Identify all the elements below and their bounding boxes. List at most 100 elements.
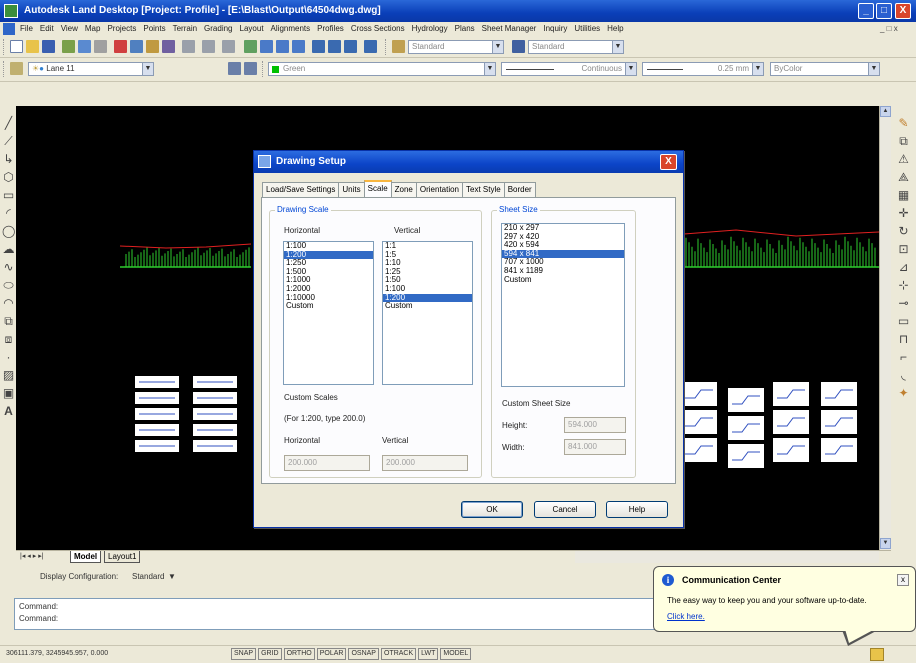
spline-icon[interactable]: ∿ [2,260,15,274]
toolbar-grip[interactable] [3,39,6,55]
status-snap-button[interactable]: SNAP [231,648,257,660]
scale-icon[interactable]: ⊡ [897,242,910,256]
mdi-controls[interactable]: _ □ x [880,24,898,33]
menu-item[interactable]: Inquiry [543,24,567,33]
open-file-icon[interactable] [26,40,39,53]
fillet-icon[interactable]: ◟ [897,368,910,382]
chamfer-icon[interactable]: ⌐ [897,350,910,364]
list-item[interactable]: Custom [284,302,373,311]
undo-icon[interactable] [182,40,195,53]
insert-block-icon[interactable]: ⧉ [2,314,15,328]
dialog-title-bar[interactable]: Drawing Setup X [254,151,683,173]
hatch-icon[interactable]: ▨ [2,368,15,382]
tool-palettes-icon[interactable] [344,40,357,53]
rotate-icon[interactable]: ↻ [897,224,910,238]
status-lwt-button[interactable]: LWT [418,648,439,660]
scroll-down-button[interactable]: ▼ [880,538,891,549]
menu-item[interactable]: File [20,24,33,33]
tab-model[interactable]: Model [70,551,102,563]
offset-icon[interactable]: ⟁ [897,170,910,184]
make-current-layer-icon[interactable] [228,62,241,75]
text-style-select[interactable]: Standard ▼ [408,40,504,54]
construction-line-icon[interactable]: ⟋ [2,134,15,148]
arc-icon[interactable]: ◜ [2,206,15,220]
minimize-button[interactable]: _ [858,3,874,19]
tab-orientation[interactable]: Orientation [415,182,464,197]
tab-text-style[interactable]: Text Style [462,182,505,197]
point-icon[interactable]: · [2,350,15,364]
toolbar-grip[interactable] [3,61,6,77]
redo-icon[interactable] [202,40,215,53]
save-icon[interactable] [42,40,55,53]
line-icon[interactable]: ╱ [2,116,15,130]
vertical-scale-list[interactable]: 1:1 1:5 1:10 1:25 1:50 1:100 1:200 Custom [382,241,473,385]
list-item[interactable]: Custom [383,302,472,311]
stretch-icon[interactable]: ⊿ [897,260,910,274]
ellipse-arc-icon[interactable]: ◠ [2,296,15,310]
help-button[interactable]: Help [606,501,668,518]
command-prompt-line[interactable]: Command: [19,614,58,623]
color-select[interactable]: Green ▼ [268,62,496,76]
paste-icon[interactable] [146,40,159,53]
zoom-window-icon[interactable] [276,40,289,53]
tab-load-save-settings[interactable]: Load/Save Settings [262,182,340,197]
toolbar-grip[interactable] [385,39,388,55]
copy-object-icon[interactable]: ⧉ [897,134,910,148]
status-grid-button[interactable]: GRID [258,648,282,660]
cancel-button[interactable]: Cancel [534,501,596,518]
list-item[interactable]: Custom [502,275,624,285]
maximize-button[interactable]: □ [876,3,892,19]
menu-item[interactable]: Terrain [173,24,197,33]
mirror-icon[interactable]: ⚠ [897,152,910,166]
array-icon[interactable]: ▦ [897,188,910,202]
balloon-close-button[interactable]: x [897,574,909,586]
lineweight-select[interactable]: 0.25 mm ▼ [642,62,764,76]
ok-button[interactable]: OK [461,501,523,518]
menu-item[interactable]: Help [607,24,623,33]
layer-manager-icon[interactable] [10,62,23,75]
tab-border[interactable]: Border [503,182,536,197]
custom-horizontal-input[interactable]: 200.000 [284,455,370,471]
menu-item[interactable]: Utilities [574,24,600,33]
erase-icon[interactable]: ✎ [897,116,910,130]
properties-icon[interactable] [312,40,325,53]
help-icon[interactable] [364,40,377,53]
sheet-size-list[interactable]: 210 x 297 297 x 420 420 x 594 594 x 841 707 … [501,223,625,387]
rectangle-icon[interactable]: ▭ [2,188,15,202]
document-icon[interactable] [3,23,15,35]
list-item[interactable]: 1:1 [383,242,472,251]
menu-item[interactable]: Layout [240,24,264,33]
chevron-down-icon[interactable]: ▼ [168,572,176,581]
extend-icon[interactable]: ⊸ [897,296,910,310]
pan-icon[interactable] [244,40,257,53]
display-config-value[interactable]: Standard [132,572,164,581]
polyline-icon[interactable]: ↳ [2,152,15,166]
menu-item[interactable]: Profiles [317,24,344,33]
layer-select[interactable]: ☀● Lane 11 ▼ [28,62,154,76]
zoom-previous-icon[interactable] [292,40,305,53]
tab-scale[interactable]: Scale [363,180,392,197]
preview-icon[interactable] [78,40,91,53]
status-model-button[interactable]: MODEL [440,648,472,660]
horizontal-scale-list[interactable]: 1:100 1:200 1:250 1:500 1:1000 1:2000 1:10000 C… [283,241,374,385]
menu-item[interactable]: Plans [455,24,475,33]
menu-item[interactable]: Sheet Manager [482,24,537,33]
trim-icon[interactable]: ⊹ [897,278,910,292]
status-otrack-button[interactable]: OTRACK [380,648,417,660]
multiline-text-icon[interactable]: A [2,404,15,418]
explode-icon[interactable]: ✦ [897,386,910,400]
ellipse-icon[interactable]: ⬭ [2,278,15,292]
toolbar-grip[interactable] [262,61,265,77]
new-file-icon[interactable] [10,40,23,53]
dim-style-select[interactable]: Standard ▼ [528,40,624,54]
make-block-icon[interactable]: ⧈ [2,332,15,346]
revision-cloud-icon[interactable]: ☁ [2,242,15,256]
menu-item[interactable]: Edit [40,24,54,33]
dialog-close-button[interactable]: X [660,154,677,170]
region-icon[interactable]: ▣ [2,386,15,400]
layout-nav-buttons[interactable]: |◂ ◂ ▸ ▸| [20,552,44,560]
move-icon[interactable]: ✛ [897,206,910,220]
match-properties-icon[interactable] [162,40,175,53]
layer-previous-icon[interactable] [244,62,257,75]
custom-vertical-input[interactable]: 200.000 [382,455,468,471]
